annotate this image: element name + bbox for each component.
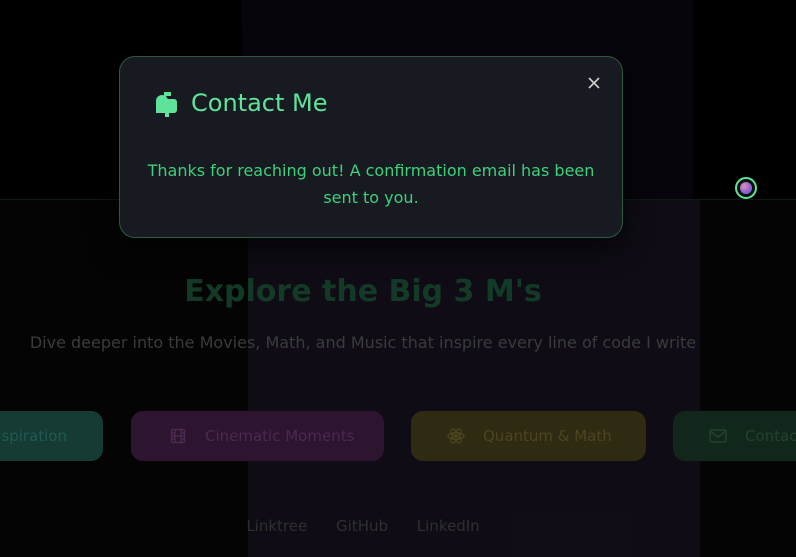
atom-icon: [447, 427, 465, 445]
page: Explore the Big 3 M's Dive deeper into t…: [0, 0, 796, 557]
card-label: Quantum & Math: [483, 427, 612, 445]
hero-subtitle: Dive deeper into the Movies, Math, and M…: [29, 333, 697, 352]
card-inspiration[interactable]: nspiration: [0, 411, 103, 461]
film-icon: [169, 427, 187, 445]
hero-title: Explore the Big 3 M's: [184, 274, 542, 309]
close-icon: [588, 77, 600, 89]
orb-icon: [740, 182, 752, 194]
card-label: Cinematic Moments: [205, 427, 355, 445]
footer-link-github[interactable]: GitHub: [336, 517, 388, 535]
card-cinematic-moments[interactable]: Cinematic Moments: [131, 411, 384, 461]
footer-links: Linktree GitHub LinkedIn: [0, 517, 726, 535]
category-cards: nspiration Cinematic Moments: [0, 411, 796, 461]
close-button[interactable]: [586, 75, 602, 91]
modal-header: Contact Me: [153, 89, 327, 117]
footer-link-linkedin[interactable]: LinkedIn: [417, 517, 480, 535]
background-overlay: [0, 200, 796, 557]
mailbox-icon: [153, 89, 179, 117]
card-contact[interactable]: Contac: [673, 411, 796, 461]
card-quantum-math[interactable]: Quantum & Math: [411, 411, 646, 461]
footer-link-linktree[interactable]: Linktree: [246, 517, 307, 535]
modal-message: Thanks for reaching out! A confirmation …: [147, 161, 595, 207]
theme-orb-button[interactable]: [735, 177, 757, 199]
card-label: Contac: [745, 427, 796, 445]
mail-icon: [709, 427, 727, 445]
modal-title: Contact Me: [191, 89, 328, 117]
contact-modal: Contact Me Thanks for reaching out! A co…: [119, 56, 623, 238]
card-label: nspiration: [0, 427, 67, 445]
